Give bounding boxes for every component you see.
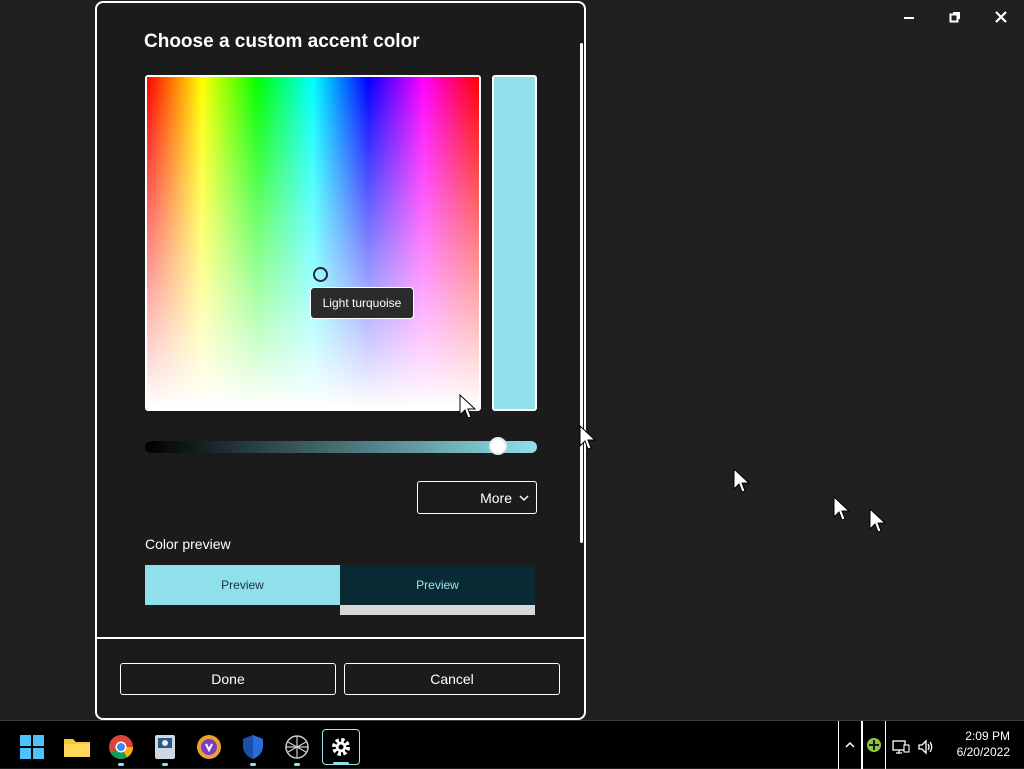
color-preview-label: Color preview [145,536,231,552]
close-button[interactable] [978,2,1024,32]
color-selector-ring[interactable] [313,267,328,282]
start-button[interactable] [13,729,51,765]
running-indicator [250,763,256,766]
dialog-title: Choose a custom accent color [144,31,420,52]
chrome-icon [109,735,133,760]
running-indicator [162,763,168,766]
chevron-down-icon [519,494,529,501]
spectrum-saturation-layer [147,77,479,409]
done-button[interactable]: Done [120,663,336,695]
preview-dark-underline [340,605,535,615]
speaker-icon [918,739,933,755]
monitor-network-icon [892,740,910,754]
app-4-button[interactable] [146,729,184,766]
more-button[interactable]: More [417,481,537,514]
more-label: More [480,489,512,506]
restore-button[interactable] [932,2,978,32]
folder-icon [64,739,90,757]
taskbar: 2:09 PM 6/20/2022 [0,720,1024,769]
app-7-button[interactable] [278,729,316,766]
close-icon [995,11,1007,23]
volume-button[interactable] [913,729,939,765]
preview-dark-swatch: Preview [340,565,535,605]
mouse-cursor-icon [459,394,477,419]
custom-accent-color-dialog: Choose a custom accent color Light turqu… [95,1,586,720]
mouse-cursor-icon [833,496,851,521]
windows-start-icon [20,735,44,759]
security-button[interactable] [234,729,272,766]
settings-button[interactable] [322,729,360,765]
restore-icon [949,12,960,23]
dialog-divider [97,637,584,639]
tray-app-button[interactable] [862,721,886,769]
clock-date: 6/20/2022 [956,745,1010,759]
color-spectrum[interactable]: Light turquoise [145,75,481,411]
slider-thumb[interactable] [489,437,507,455]
running-indicator [294,763,300,766]
network-icon [285,735,309,759]
app-icon [155,735,175,759]
clock-time: 2:09 PM [965,729,1010,743]
mouse-cursor-icon [733,468,751,493]
gear-icon [332,738,350,756]
mouse-cursor-icon [579,425,597,450]
running-indicator [333,762,349,765]
chevron-up-icon [845,741,855,748]
minimize-icon [904,17,914,19]
file-explorer-button[interactable] [58,729,96,765]
chrome-button[interactable] [102,729,140,766]
mouse-cursor-icon [869,508,887,533]
show-hidden-icons-button[interactable] [838,721,862,769]
running-indicator [118,763,124,766]
cancel-button[interactable]: Cancel [344,663,560,695]
tray-app-icon [867,738,881,752]
selected-color-preview-bar [492,75,537,411]
taskbar-clock[interactable]: 2:09 PM 6/20/2022 [944,728,1010,760]
shield-icon [243,735,263,759]
color-value-slider[interactable] [145,437,537,455]
app-5-button[interactable] [190,729,228,765]
preview-light-swatch: Preview [145,565,340,605]
dialog-scrollbar[interactable] [580,43,583,543]
color-name-tooltip: Light turquoise [310,287,414,319]
minimize-button[interactable] [886,2,932,32]
vpn-icon [197,735,221,759]
network-status-button[interactable] [889,729,913,765]
